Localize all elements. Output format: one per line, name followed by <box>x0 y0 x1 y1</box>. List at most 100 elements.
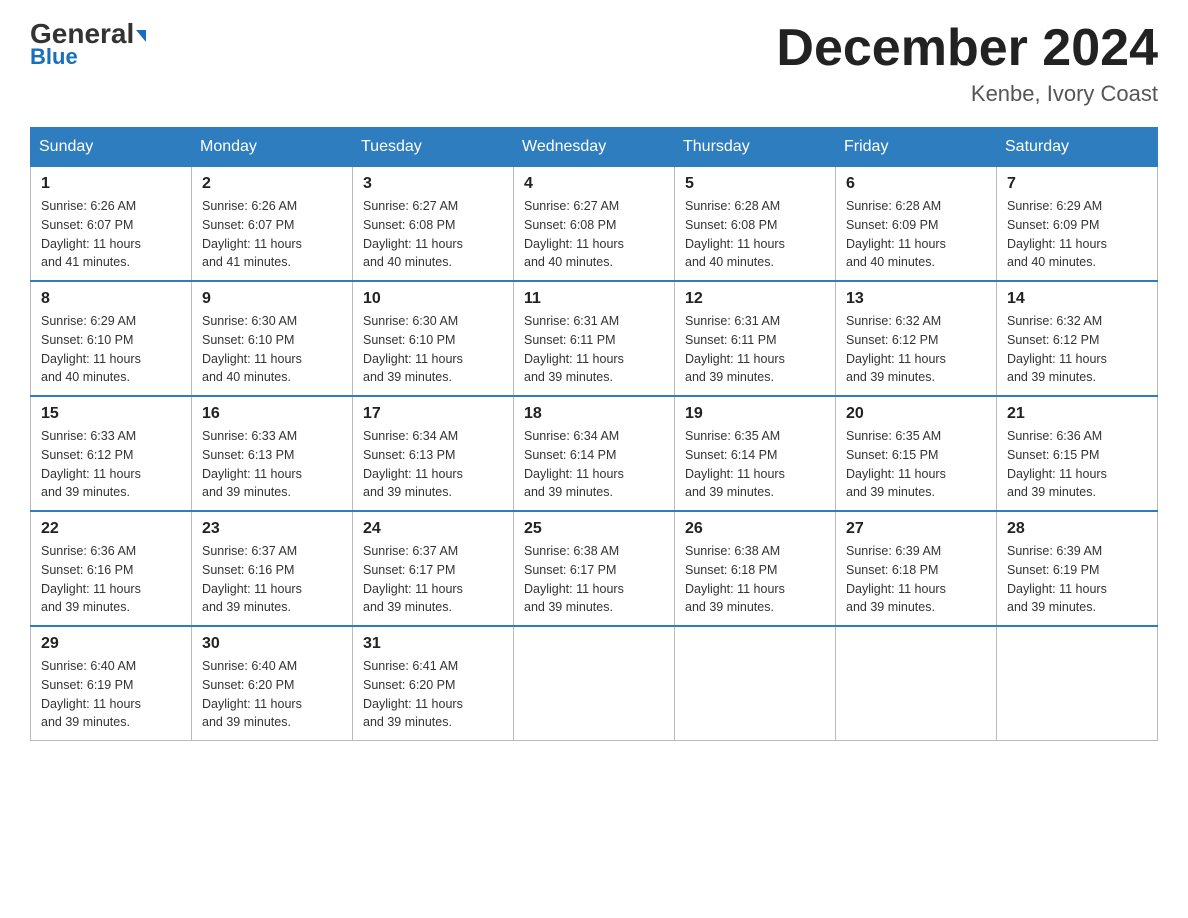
day-number: 21 <box>1007 405 1147 423</box>
table-row: 14 Sunrise: 6:32 AM Sunset: 6:12 PM Dayl… <box>997 281 1158 396</box>
table-row <box>836 626 997 741</box>
day-number: 2 <box>202 175 342 193</box>
day-number: 23 <box>202 520 342 538</box>
day-number: 13 <box>846 290 986 308</box>
calendar-week-row: 15 Sunrise: 6:33 AM Sunset: 6:12 PM Dayl… <box>31 396 1158 511</box>
table-row: 12 Sunrise: 6:31 AM Sunset: 6:11 PM Dayl… <box>675 281 836 396</box>
table-row: 31 Sunrise: 6:41 AM Sunset: 6:20 PM Dayl… <box>353 626 514 741</box>
day-number: 18 <box>524 405 664 423</box>
day-info: Sunrise: 6:26 AM Sunset: 6:07 PM Dayligh… <box>202 197 342 272</box>
col-friday: Friday <box>836 128 997 167</box>
table-row: 27 Sunrise: 6:39 AM Sunset: 6:18 PM Dayl… <box>836 511 997 626</box>
calendar-header-row: Sunday Monday Tuesday Wednesday Thursday… <box>31 128 1158 167</box>
day-info: Sunrise: 6:32 AM Sunset: 6:12 PM Dayligh… <box>1007 312 1147 387</box>
location: Kenbe, Ivory Coast <box>776 81 1158 107</box>
logo-triangle-icon <box>136 30 146 42</box>
day-number: 22 <box>41 520 181 538</box>
table-row: 3 Sunrise: 6:27 AM Sunset: 6:08 PM Dayli… <box>353 167 514 282</box>
day-number: 20 <box>846 405 986 423</box>
table-row: 26 Sunrise: 6:38 AM Sunset: 6:18 PM Dayl… <box>675 511 836 626</box>
table-row: 30 Sunrise: 6:40 AM Sunset: 6:20 PM Dayl… <box>192 626 353 741</box>
day-number: 27 <box>846 520 986 538</box>
day-info: Sunrise: 6:39 AM Sunset: 6:19 PM Dayligh… <box>1007 542 1147 617</box>
calendar-week-row: 8 Sunrise: 6:29 AM Sunset: 6:10 PM Dayli… <box>31 281 1158 396</box>
day-info: Sunrise: 6:40 AM Sunset: 6:19 PM Dayligh… <box>41 657 181 732</box>
day-info: Sunrise: 6:38 AM Sunset: 6:18 PM Dayligh… <box>685 542 825 617</box>
table-row: 7 Sunrise: 6:29 AM Sunset: 6:09 PM Dayli… <box>997 167 1158 282</box>
day-info: Sunrise: 6:38 AM Sunset: 6:17 PM Dayligh… <box>524 542 664 617</box>
calendar-table: Sunday Monday Tuesday Wednesday Thursday… <box>30 127 1158 741</box>
table-row: 21 Sunrise: 6:36 AM Sunset: 6:15 PM Dayl… <box>997 396 1158 511</box>
col-wednesday: Wednesday <box>514 128 675 167</box>
table-row: 16 Sunrise: 6:33 AM Sunset: 6:13 PM Dayl… <box>192 396 353 511</box>
day-number: 3 <box>363 175 503 193</box>
page-header: General Blue December 2024 Kenbe, Ivory … <box>30 20 1158 107</box>
day-number: 11 <box>524 290 664 308</box>
table-row <box>997 626 1158 741</box>
calendar-week-row: 1 Sunrise: 6:26 AM Sunset: 6:07 PM Dayli… <box>31 167 1158 282</box>
table-row: 29 Sunrise: 6:40 AM Sunset: 6:19 PM Dayl… <box>31 626 192 741</box>
day-info: Sunrise: 6:26 AM Sunset: 6:07 PM Dayligh… <box>41 197 181 272</box>
table-row: 25 Sunrise: 6:38 AM Sunset: 6:17 PM Dayl… <box>514 511 675 626</box>
col-sunday: Sunday <box>31 128 192 167</box>
col-thursday: Thursday <box>675 128 836 167</box>
day-number: 5 <box>685 175 825 193</box>
col-saturday: Saturday <box>997 128 1158 167</box>
table-row: 4 Sunrise: 6:27 AM Sunset: 6:08 PM Dayli… <box>514 167 675 282</box>
title-area: December 2024 Kenbe, Ivory Coast <box>776 20 1158 107</box>
day-info: Sunrise: 6:36 AM Sunset: 6:15 PM Dayligh… <box>1007 427 1147 502</box>
day-number: 14 <box>1007 290 1147 308</box>
table-row: 2 Sunrise: 6:26 AM Sunset: 6:07 PM Dayli… <box>192 167 353 282</box>
day-number: 4 <box>524 175 664 193</box>
table-row: 22 Sunrise: 6:36 AM Sunset: 6:16 PM Dayl… <box>31 511 192 626</box>
table-row: 10 Sunrise: 6:30 AM Sunset: 6:10 PM Dayl… <box>353 281 514 396</box>
table-row: 9 Sunrise: 6:30 AM Sunset: 6:10 PM Dayli… <box>192 281 353 396</box>
day-info: Sunrise: 6:31 AM Sunset: 6:11 PM Dayligh… <box>685 312 825 387</box>
table-row: 1 Sunrise: 6:26 AM Sunset: 6:07 PM Dayli… <box>31 167 192 282</box>
table-row: 17 Sunrise: 6:34 AM Sunset: 6:13 PM Dayl… <box>353 396 514 511</box>
day-info: Sunrise: 6:39 AM Sunset: 6:18 PM Dayligh… <box>846 542 986 617</box>
table-row: 24 Sunrise: 6:37 AM Sunset: 6:17 PM Dayl… <box>353 511 514 626</box>
col-tuesday: Tuesday <box>353 128 514 167</box>
day-number: 31 <box>363 635 503 653</box>
day-info: Sunrise: 6:28 AM Sunset: 6:09 PM Dayligh… <box>846 197 986 272</box>
day-info: Sunrise: 6:33 AM Sunset: 6:12 PM Dayligh… <box>41 427 181 502</box>
table-row: 28 Sunrise: 6:39 AM Sunset: 6:19 PM Dayl… <box>997 511 1158 626</box>
day-info: Sunrise: 6:33 AM Sunset: 6:13 PM Dayligh… <box>202 427 342 502</box>
day-info: Sunrise: 6:30 AM Sunset: 6:10 PM Dayligh… <box>202 312 342 387</box>
table-row <box>675 626 836 741</box>
day-info: Sunrise: 6:29 AM Sunset: 6:09 PM Dayligh… <box>1007 197 1147 272</box>
day-info: Sunrise: 6:41 AM Sunset: 6:20 PM Dayligh… <box>363 657 503 732</box>
day-number: 24 <box>363 520 503 538</box>
day-number: 8 <box>41 290 181 308</box>
day-info: Sunrise: 6:27 AM Sunset: 6:08 PM Dayligh… <box>363 197 503 272</box>
day-number: 25 <box>524 520 664 538</box>
day-info: Sunrise: 6:29 AM Sunset: 6:10 PM Dayligh… <box>41 312 181 387</box>
day-info: Sunrise: 6:35 AM Sunset: 6:15 PM Dayligh… <box>846 427 986 502</box>
day-info: Sunrise: 6:37 AM Sunset: 6:17 PM Dayligh… <box>363 542 503 617</box>
day-info: Sunrise: 6:36 AM Sunset: 6:16 PM Dayligh… <box>41 542 181 617</box>
day-number: 28 <box>1007 520 1147 538</box>
table-row: 18 Sunrise: 6:34 AM Sunset: 6:14 PM Dayl… <box>514 396 675 511</box>
table-row: 20 Sunrise: 6:35 AM Sunset: 6:15 PM Dayl… <box>836 396 997 511</box>
table-row: 11 Sunrise: 6:31 AM Sunset: 6:11 PM Dayl… <box>514 281 675 396</box>
day-info: Sunrise: 6:35 AM Sunset: 6:14 PM Dayligh… <box>685 427 825 502</box>
col-monday: Monday <box>192 128 353 167</box>
day-info: Sunrise: 6:34 AM Sunset: 6:14 PM Dayligh… <box>524 427 664 502</box>
day-number: 17 <box>363 405 503 423</box>
table-row: 5 Sunrise: 6:28 AM Sunset: 6:08 PM Dayli… <box>675 167 836 282</box>
day-info: Sunrise: 6:31 AM Sunset: 6:11 PM Dayligh… <box>524 312 664 387</box>
logo-line2: Blue <box>30 44 78 70</box>
day-number: 6 <box>846 175 986 193</box>
day-info: Sunrise: 6:30 AM Sunset: 6:10 PM Dayligh… <box>363 312 503 387</box>
day-number: 29 <box>41 635 181 653</box>
day-number: 1 <box>41 175 181 193</box>
day-info: Sunrise: 6:34 AM Sunset: 6:13 PM Dayligh… <box>363 427 503 502</box>
month-title: December 2024 <box>776 20 1158 77</box>
day-number: 12 <box>685 290 825 308</box>
logo: General Blue <box>30 20 146 70</box>
day-number: 15 <box>41 405 181 423</box>
table-row: 13 Sunrise: 6:32 AM Sunset: 6:12 PM Dayl… <box>836 281 997 396</box>
day-number: 10 <box>363 290 503 308</box>
table-row: 23 Sunrise: 6:37 AM Sunset: 6:16 PM Dayl… <box>192 511 353 626</box>
